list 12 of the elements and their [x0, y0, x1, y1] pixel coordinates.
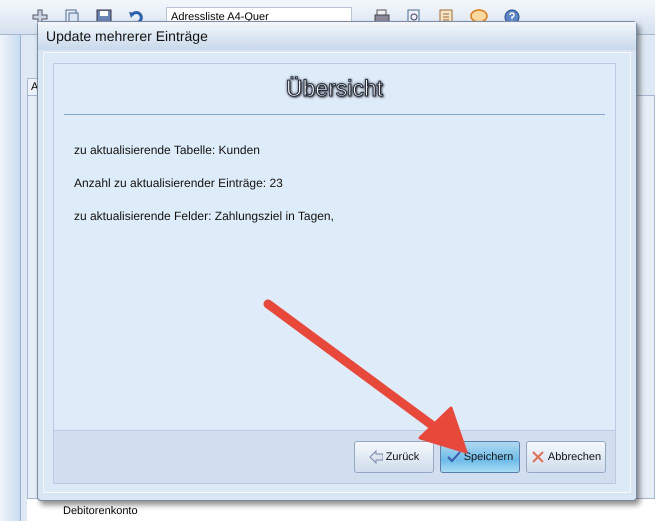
heading: Übersicht [64, 64, 605, 115]
check-icon [446, 450, 461, 464]
info-text: Anzahl zu aktualisierender Einträge: 23 [74, 176, 284, 190]
back-arrow-icon [368, 450, 383, 464]
button[interactable]: Abbrechen [526, 441, 606, 473]
info-text: zu aktualisierende Felder: Zahlungsziel in Tagen, [74, 209, 335, 223]
close-icon [530, 450, 545, 464]
button[interactable]: Zurück [354, 441, 434, 473]
button[interactable]: Speichern [440, 441, 520, 473]
window-title: Update mehrerer Einträge [38, 22, 636, 50]
info-text: zu aktualisierende Tabelle: Kunden [74, 143, 261, 157]
field-label: Debitorenkonto [63, 505, 138, 517]
